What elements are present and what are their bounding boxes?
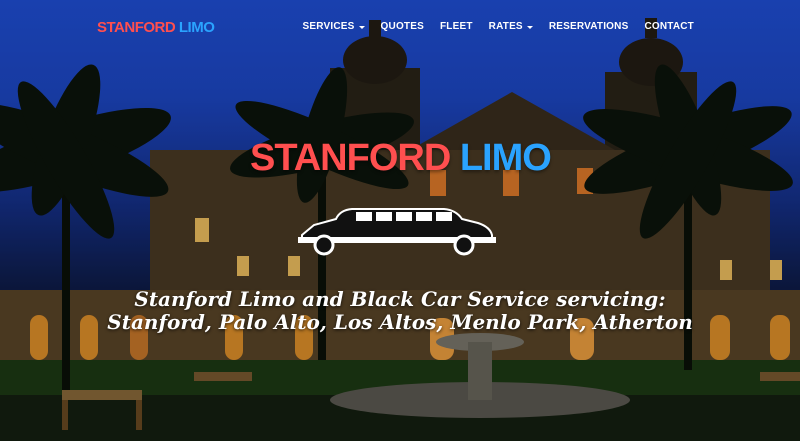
nav-item-quotes-label: QUOTES (380, 21, 424, 32)
nav-menu: SERVICES QUOTES FLEET RATES RESERVATIONS… (287, 21, 694, 32)
hero-section: STANFORD LIMO SERVICES QUOTES FLEET RATE… (0, 0, 800, 441)
tagline-line-2: Stanford, Palo Alto, Los Altos, Menlo Pa… (107, 310, 693, 334)
nav-item-services[interactable]: SERVICES (303, 21, 365, 32)
nav-item-quotes[interactable]: QUOTES (381, 21, 424, 32)
top-navigation: STANFORD LIMO SERVICES QUOTES FLEET RATE… (0, 0, 800, 56)
nav-item-reservations[interactable]: RESERVATIONS (549, 21, 629, 32)
nav-item-fleet[interactable]: FLEET (440, 21, 473, 32)
nav-item-fleet-label: FLEET (439, 21, 473, 32)
hero-logo-word-stanford: STANFORD (250, 137, 451, 179)
nav-item-contact-label: CONTACT (644, 21, 694, 32)
nav-item-rates-label: RATES (488, 21, 523, 32)
nav-item-rates[interactable]: RATES (489, 21, 533, 32)
brand-word-stanford: STANFORD (97, 19, 176, 36)
brand-logo-link[interactable]: STANFORD LIMO (97, 19, 215, 36)
hero-logo: STANFORD LIMO (250, 137, 552, 180)
hero-tagline: Stanford Limo and Black Car Service serv… (0, 288, 800, 334)
brand-word-limo: LIMO (178, 19, 215, 36)
hero-logo-word-limo: LIMO (459, 137, 552, 179)
chevron-down-icon (526, 25, 533, 29)
chevron-down-icon (358, 25, 365, 29)
tagline-line-1: Stanford Limo and Black Car Service serv… (134, 287, 666, 311)
limousine-icon (298, 208, 496, 256)
nav-item-contact[interactable]: CONTACT (644, 21, 694, 32)
nav-item-reservations-label: RESERVATIONS (548, 21, 629, 32)
nav-item-services-label: SERVICES (302, 21, 355, 32)
